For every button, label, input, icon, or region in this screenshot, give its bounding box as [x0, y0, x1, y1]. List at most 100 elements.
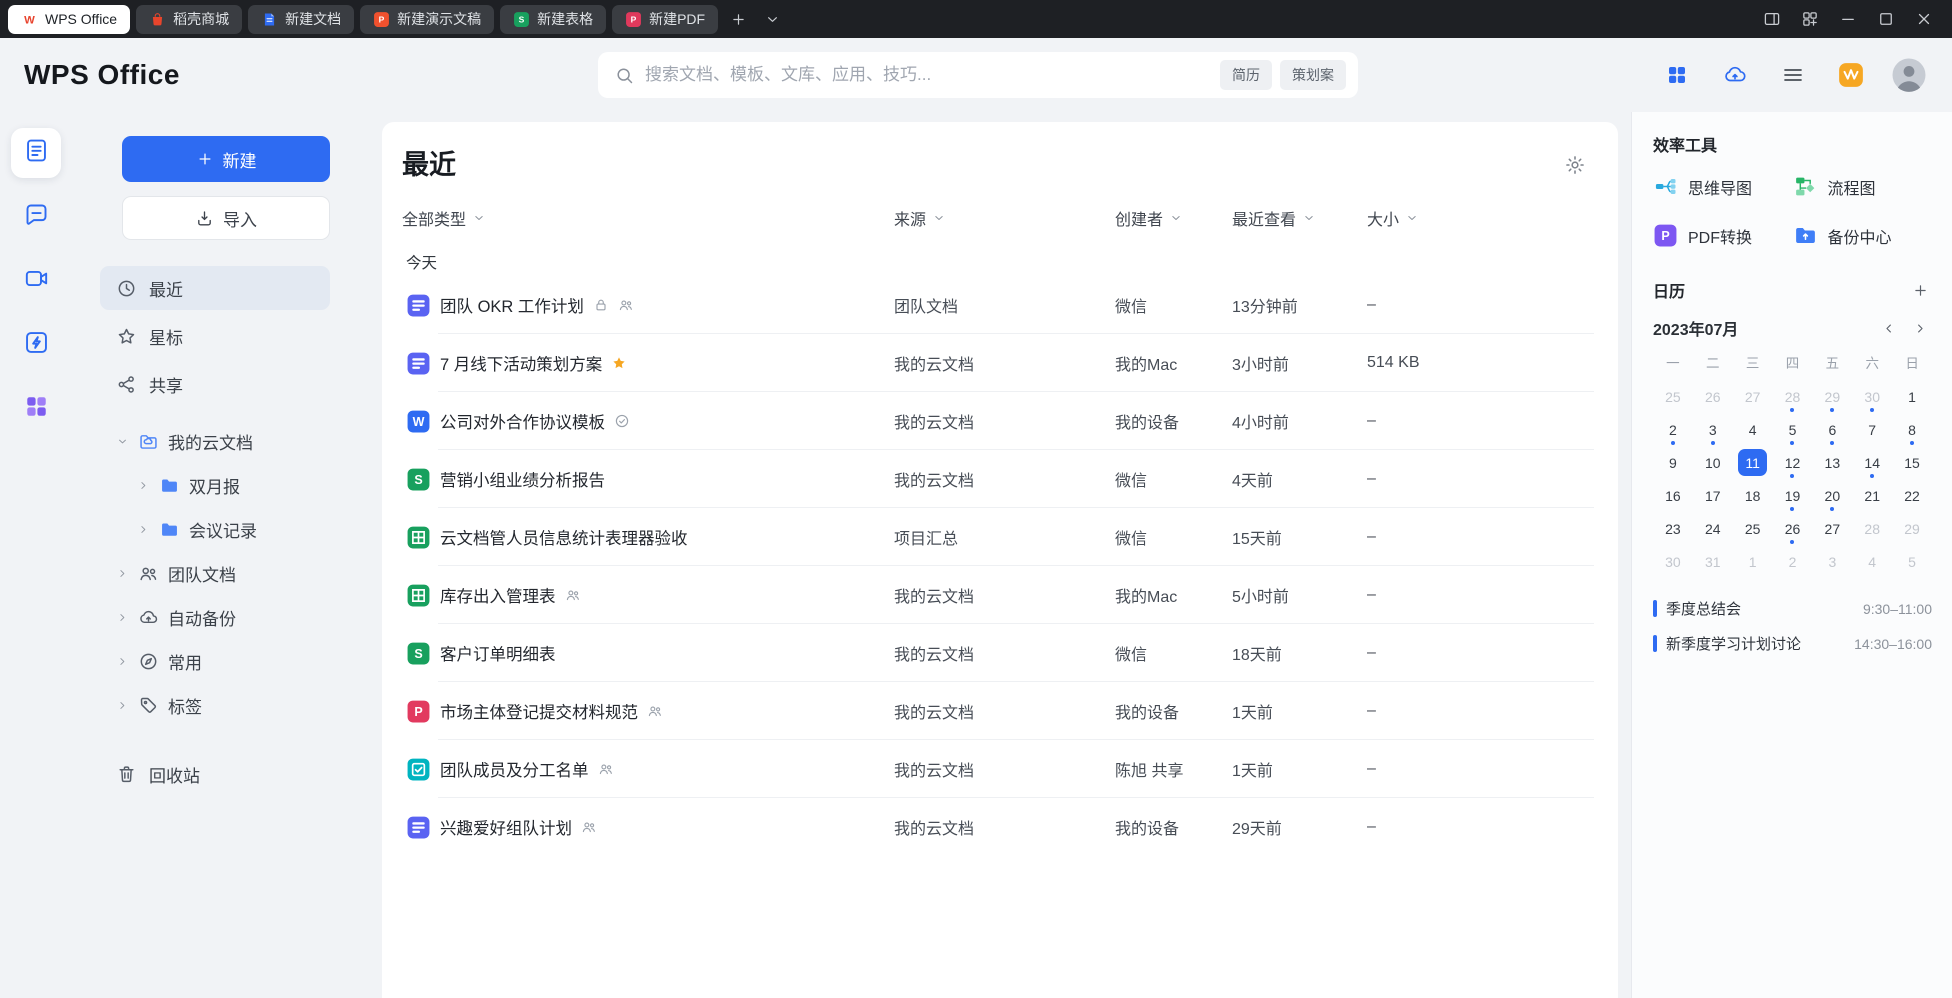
- calendar-day[interactable]: 10: [1693, 446, 1733, 479]
- calendar-day[interactable]: 28: [1852, 512, 1892, 545]
- file-row[interactable]: 库存出入管理表我的云文档我的Mac5小时前–: [402, 566, 1594, 624]
- calendar-day[interactable]: 30: [1653, 545, 1693, 578]
- global-search-bar[interactable]: 简历策划案: [598, 52, 1358, 98]
- sidebar-tree-item[interactable]: 团队文档: [100, 552, 330, 594]
- rail-item-app-center[interactable]: [11, 384, 61, 434]
- calendar-day[interactable]: 12: [1773, 446, 1813, 479]
- sidebar-item-clock[interactable]: 最近: [100, 266, 330, 310]
- window-tab[interactable]: P新建演示文稿: [360, 5, 494, 34]
- chevron-right-icon[interactable]: [116, 655, 129, 668]
- calendar-day[interactable]: 24: [1693, 512, 1733, 545]
- add-event-button[interactable]: [1908, 278, 1932, 302]
- calendar-day[interactable]: 3: [1693, 413, 1733, 446]
- window-tab[interactable]: 新建文档: [248, 5, 354, 34]
- calendar-day[interactable]: 17: [1693, 479, 1733, 512]
- calendar-day[interactable]: 25: [1733, 512, 1773, 545]
- window-tab[interactable]: P新建PDF: [612, 5, 718, 34]
- maximize-button[interactable]: [1872, 5, 1900, 33]
- calendar-day[interactable]: 31: [1693, 545, 1733, 578]
- chevron-right-icon[interactable]: [116, 611, 129, 624]
- widgets-button[interactable]: [1796, 5, 1824, 33]
- calendar-day[interactable]: 4: [1852, 545, 1892, 578]
- calendar-day[interactable]: 28: [1773, 380, 1813, 413]
- calendar-day[interactable]: 9: [1653, 446, 1693, 479]
- menu-button[interactable]: [1774, 56, 1812, 94]
- filter-creator[interactable]: 创建者: [1115, 206, 1232, 230]
- settings-gear-button[interactable]: [1564, 148, 1586, 176]
- calendar-day[interactable]: 21: [1852, 479, 1892, 512]
- calendar-day[interactable]: 30: [1852, 380, 1892, 413]
- calendar-event[interactable]: 新季度学习计划讨论14:30–16:00: [1653, 633, 1932, 654]
- chevron-down-icon[interactable]: [116, 435, 129, 448]
- calendar-day[interactable]: 29: [1892, 512, 1932, 545]
- file-row[interactable]: P市场主体登记提交材料规范我的云文档我的设备1天前–: [402, 682, 1594, 740]
- avatar-button[interactable]: [1890, 56, 1928, 94]
- file-row[interactable]: S客户订单明细表我的云文档微信18天前–: [402, 624, 1594, 682]
- filter-size[interactable]: 大小: [1367, 206, 1594, 230]
- calendar-day[interactable]: 18: [1733, 479, 1773, 512]
- sidebar-item-trash[interactable]: 回收站: [100, 752, 330, 796]
- calendar-day[interactable]: 26: [1773, 512, 1813, 545]
- rail-item-quick-access[interactable]: [11, 320, 61, 370]
- calendar-day[interactable]: 26: [1693, 380, 1733, 413]
- calendar-day[interactable]: 25: [1653, 380, 1693, 413]
- tool-mindmap[interactable]: 思维导图: [1653, 174, 1793, 199]
- filter-source[interactable]: 来源: [894, 206, 1115, 230]
- chevron-right-icon[interactable]: [137, 479, 150, 492]
- calendar-day[interactable]: 16: [1653, 479, 1693, 512]
- calendar-event[interactable]: 季度总结会9:30–11:00: [1653, 598, 1932, 619]
- calendar-day[interactable]: 5: [1773, 413, 1813, 446]
- calendar-day[interactable]: 3: [1812, 545, 1852, 578]
- calendar-day[interactable]: 6: [1812, 413, 1852, 446]
- window-tab[interactable]: 稻壳商城: [136, 5, 242, 34]
- close-button[interactable]: [1910, 5, 1938, 33]
- calendar-day[interactable]: 1: [1733, 545, 1773, 578]
- window-tab[interactable]: S新建表格: [500, 5, 606, 34]
- calendar-day[interactable]: 13: [1812, 446, 1852, 479]
- sidebar-tree-item[interactable]: 双月报: [100, 464, 330, 506]
- calendar-day[interactable]: 11: [1733, 446, 1773, 479]
- filter-viewed[interactable]: 最近查看: [1232, 206, 1367, 230]
- file-row[interactable]: S营销小组业绩分析报告我的云文档微信4天前–: [402, 450, 1594, 508]
- next-month-button[interactable]: [1908, 316, 1932, 340]
- prev-month-button[interactable]: [1876, 316, 1900, 340]
- calendar-day[interactable]: 4: [1733, 413, 1773, 446]
- sidebar-tree-item[interactable]: 会议记录: [100, 508, 330, 550]
- file-row[interactable]: 7 月线下活动策划方案我的云文档我的Mac3小时前514 KB: [402, 334, 1594, 392]
- rail-item-docs-home[interactable]: [11, 128, 61, 178]
- calendar-day[interactable]: 2: [1773, 545, 1813, 578]
- sidebar-tree-item[interactable]: 我的云文档: [100, 420, 330, 462]
- tool-pdf-convert[interactable]: PPDF转换: [1653, 223, 1793, 248]
- window-tab[interactable]: WWPS Office: [8, 5, 130, 34]
- search-tag-2[interactable]: 策划案: [1280, 60, 1346, 90]
- tool-flowchart[interactable]: 流程图: [1793, 174, 1933, 199]
- filter-type[interactable]: 全部类型: [402, 206, 894, 230]
- new-tab-button[interactable]: [724, 5, 752, 33]
- apps-grid-button[interactable]: [1658, 56, 1696, 94]
- file-row[interactable]: W公司对外合作协议模板我的云文档我的设备4小时前–: [402, 392, 1594, 450]
- minimize-button[interactable]: [1834, 5, 1862, 33]
- rail-item-chat[interactable]: [11, 192, 61, 242]
- panel-toggle-button[interactable]: [1758, 5, 1786, 33]
- calendar-day[interactable]: 5: [1892, 545, 1932, 578]
- search-input[interactable]: [645, 65, 1202, 85]
- chevron-right-icon[interactable]: [137, 523, 150, 536]
- file-row[interactable]: 兴趣爱好组队计划我的云文档我的设备29天前–: [402, 798, 1594, 856]
- file-row[interactable]: 云文档管人员信息统计表理器验收项目汇总微信15天前–: [402, 508, 1594, 566]
- vip-button[interactable]: [1832, 56, 1870, 94]
- cloud-sync-button[interactable]: [1716, 56, 1754, 94]
- chevron-right-icon[interactable]: [116, 699, 129, 712]
- calendar-day[interactable]: 7: [1852, 413, 1892, 446]
- file-row[interactable]: 团队 OKR 工作计划团队文档微信13分钟前–: [402, 276, 1594, 334]
- file-row[interactable]: 团队成员及分工名单我的云文档陈旭 共享1天前–: [402, 740, 1594, 798]
- tool-backup-center[interactable]: 备份中心: [1793, 223, 1933, 248]
- calendar-day[interactable]: 8: [1892, 413, 1932, 446]
- new-document-button[interactable]: 新建: [122, 136, 330, 182]
- calendar-day[interactable]: 27: [1812, 512, 1852, 545]
- calendar-day[interactable]: 23: [1653, 512, 1693, 545]
- sidebar-tree-item[interactable]: 自动备份: [100, 596, 330, 638]
- tab-dropdown-button[interactable]: [758, 5, 786, 33]
- calendar-day[interactable]: 27: [1733, 380, 1773, 413]
- calendar-day[interactable]: 20: [1812, 479, 1852, 512]
- search-tag-1[interactable]: 简历: [1220, 60, 1272, 90]
